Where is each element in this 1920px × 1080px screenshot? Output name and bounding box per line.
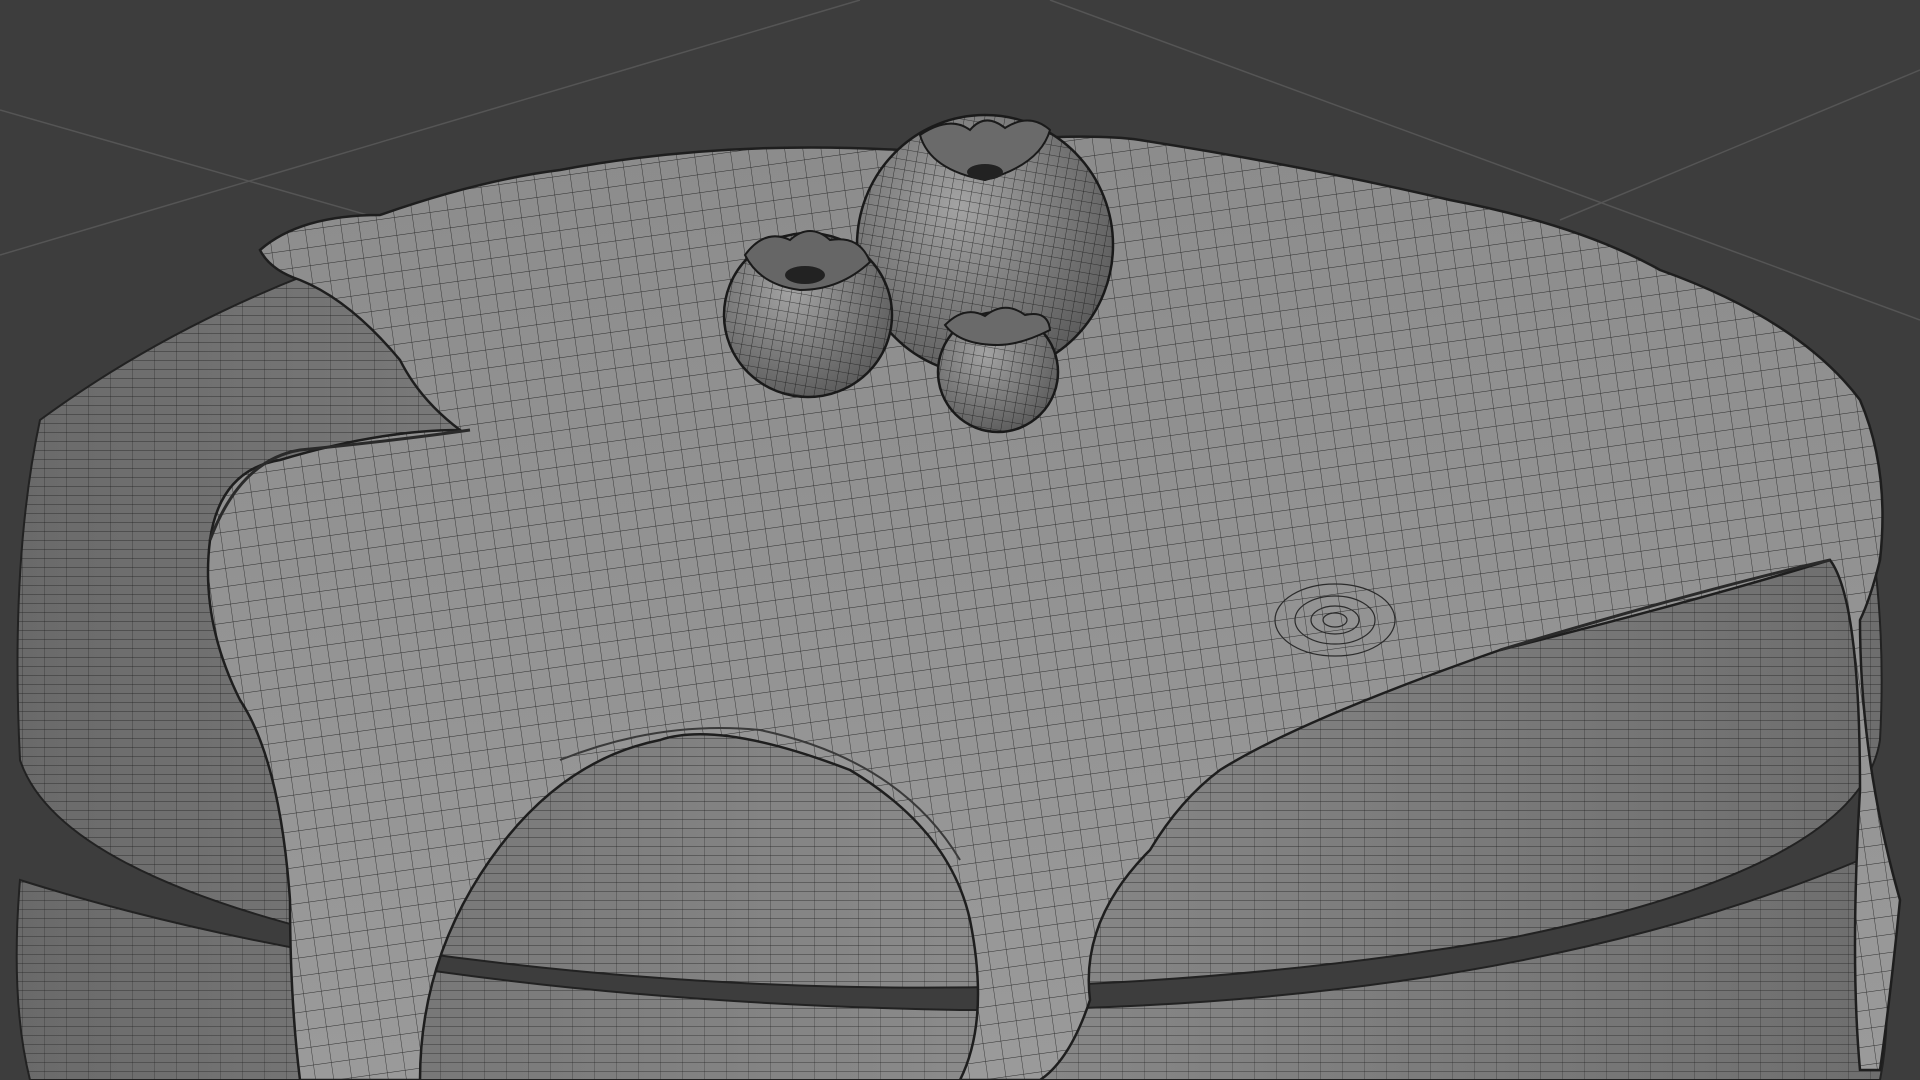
viewport-canvas[interactable] xyxy=(0,0,1920,1080)
berry-small[interactable] xyxy=(936,306,1060,434)
3d-viewport[interactable] xyxy=(0,0,1920,1080)
berry-left[interactable] xyxy=(722,230,894,399)
